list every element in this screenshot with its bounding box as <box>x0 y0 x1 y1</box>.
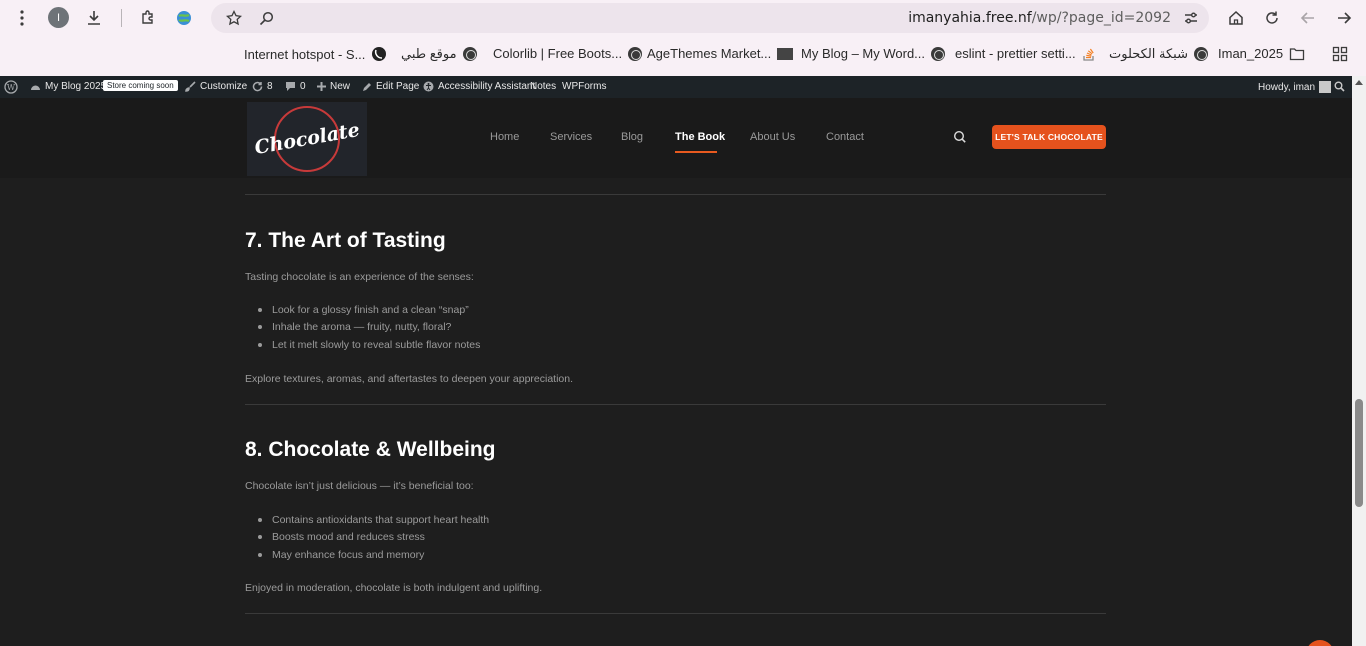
nav-the-book[interactable]: The Book <box>675 131 725 143</box>
nav-contact[interactable]: Contact <box>826 131 864 143</box>
list-item: Inhale the aroma — fruity, nutty, floral… <box>257 321 452 333</box>
wordpress-logo-icon[interactable]: W <box>4 80 18 94</box>
globe-icon <box>628 46 643 61</box>
search-icon[interactable] <box>256 8 276 28</box>
store-status-badge[interactable]: Store coming soon <box>103 80 178 91</box>
list-item: Look for a glossy finish and a clean “sn… <box>258 304 469 316</box>
bookmark-kahlout-network[interactable]: شبكة الكحلوت <box>1109 46 1208 62</box>
scrollbar-thumb[interactable] <box>1355 399 1363 507</box>
back-arrow-icon[interactable] <box>1294 4 1322 32</box>
url-text[interactable]: imanyahia.free.nf/wp/?page_id=2092 <box>908 10 1171 26</box>
user-avatar <box>1319 81 1332 93</box>
admin-new[interactable]: New <box>317 81 350 92</box>
section-intro: Chocolate isn’t just delicious — it’s be… <box>245 480 474 492</box>
site-settings-icon[interactable] <box>1181 8 1201 28</box>
section-outro: Enjoyed in moderation, chocolate is both… <box>245 582 543 594</box>
active-nav-indicator <box>675 151 717 153</box>
site-logo[interactable]: Chocolate <box>247 102 367 176</box>
forward-arrow-icon[interactable] <box>1330 4 1358 32</box>
section-outro: Explore textures, aromas, and aftertaste… <box>245 373 574 385</box>
bookmark-folder-iman-2025[interactable]: Iman_2025 <box>1218 46 1305 61</box>
plus-icon <box>317 82 326 91</box>
section-title: 7. The Art of Tasting <box>245 229 446 252</box>
admin-customize[interactable]: Customize <box>185 81 247 92</box>
updates-icon <box>252 81 263 92</box>
admin-search-icon[interactable] <box>1334 81 1345 92</box>
extensions-puzzle-icon[interactable] <box>134 4 162 32</box>
page-scrollbar[interactable] <box>1352 76 1366 646</box>
list-item: May enhance focus and memory <box>257 549 425 561</box>
apps-grid-icon[interactable] <box>1326 40 1354 68</box>
bookmark-internet-hotspot[interactable]: Internet hotspot - S... <box>244 46 387 62</box>
list-item: Contains antioxidants that support heart… <box>257 514 490 526</box>
toolbar-separator <box>121 9 122 27</box>
list-item: Boosts mood and reduces stress <box>258 531 425 543</box>
bookmarks-bar: Internet hotspot - S... موقع طبي Colorli… <box>0 40 1366 70</box>
lets-talk-chocolate-button[interactable]: LET'S TALK CHOCOLATE <box>992 125 1106 149</box>
admin-user-menu[interactable]: Howdy, iman <box>1258 81 1332 93</box>
section-divider <box>245 404 1106 405</box>
globe-icon <box>462 47 477 61</box>
accessibility-icon <box>423 81 434 92</box>
page-content: 7. The Art of Tasting Tasting chocolate … <box>0 178 1352 646</box>
scroll-up-arrow-icon[interactable] <box>1355 80 1363 85</box>
dashboard-gauge-icon <box>31 85 40 90</box>
admin-comments[interactable]: 0 <box>285 81 306 92</box>
admin-site-name[interactable]: My Blog 2025 <box>30 81 106 92</box>
menu-kebab-icon[interactable] <box>8 4 36 32</box>
bookmark-medical-site[interactable]: موقع طبي <box>401 46 477 62</box>
bookmark-colorlib[interactable]: Colorlib | Free Boots... <box>493 46 643 61</box>
nav-services[interactable]: Services <box>550 131 592 143</box>
globe-icon <box>1193 47 1208 61</box>
list-item: Let it melt slowly to reveal subtle flav… <box>257 339 481 351</box>
svg-text:W: W <box>7 83 16 92</box>
download-icon[interactable] <box>80 4 108 32</box>
nav-about-us[interactable]: About Us <box>750 131 795 143</box>
wp-admin-bar: W My Blog 2025 Store coming soon Customi… <box>0 76 1352 98</box>
site-search-icon[interactable] <box>952 129 968 145</box>
profile-avatar[interactable]: I <box>48 7 69 28</box>
admin-notes[interactable]: Notes <box>530 81 556 92</box>
admin-accessibility-assistant[interactable]: Accessibility Assistant <box>423 81 535 92</box>
agethemes-favicon-icon <box>777 47 794 60</box>
brush-icon <box>185 81 196 92</box>
address-bar[interactable]: imanyahia.free.nf/wp/?page_id=2092 <box>211 3 1209 33</box>
section-title: 8. Chocolate & Wellbeing <box>245 438 496 461</box>
folder-icon <box>1289 47 1305 60</box>
section-divider <box>245 194 1106 195</box>
globe-icon <box>931 46 946 61</box>
bookmark-eslint-prettier[interactable]: eslint - prettier setti... <box>955 46 1096 61</box>
home-icon[interactable] <box>1222 4 1250 32</box>
bookmark-agethemes[interactable]: AgeThemes Market... <box>647 46 794 61</box>
nav-home[interactable]: Home <box>490 131 519 143</box>
bookmark-star-icon[interactable] <box>224 8 244 28</box>
comment-bubble-icon <box>286 82 295 91</box>
reload-icon[interactable] <box>1258 4 1286 32</box>
section-intro: Tasting chocolate is an experience of th… <box>245 271 474 283</box>
extension-globe-icon[interactable] <box>170 4 198 32</box>
stackoverflow-icon <box>1083 48 1094 61</box>
admin-wpforms[interactable]: WPForms <box>562 81 606 92</box>
admin-edit-page[interactable]: Edit Page <box>362 81 419 92</box>
bookmark-my-blog[interactable]: My Blog – My Word... <box>801 46 946 61</box>
browser-chrome: I imanyahia.free.nf/wp/?page_id=2092 Int… <box>0 0 1366 76</box>
section-divider <box>245 613 1106 614</box>
pencil-icon <box>363 82 371 91</box>
logo-badge: Chocolate <box>253 106 361 172</box>
admin-updates[interactable]: 8 <box>252 81 273 92</box>
hotspot-favicon-icon <box>372 47 387 61</box>
browser-toolbar: I imanyahia.free.nf/wp/?page_id=2092 <box>0 0 1366 36</box>
nav-blog[interactable]: Blog <box>621 131 643 143</box>
site-header: Chocolate Home Services Blog The Book Ab… <box>0 98 1352 178</box>
